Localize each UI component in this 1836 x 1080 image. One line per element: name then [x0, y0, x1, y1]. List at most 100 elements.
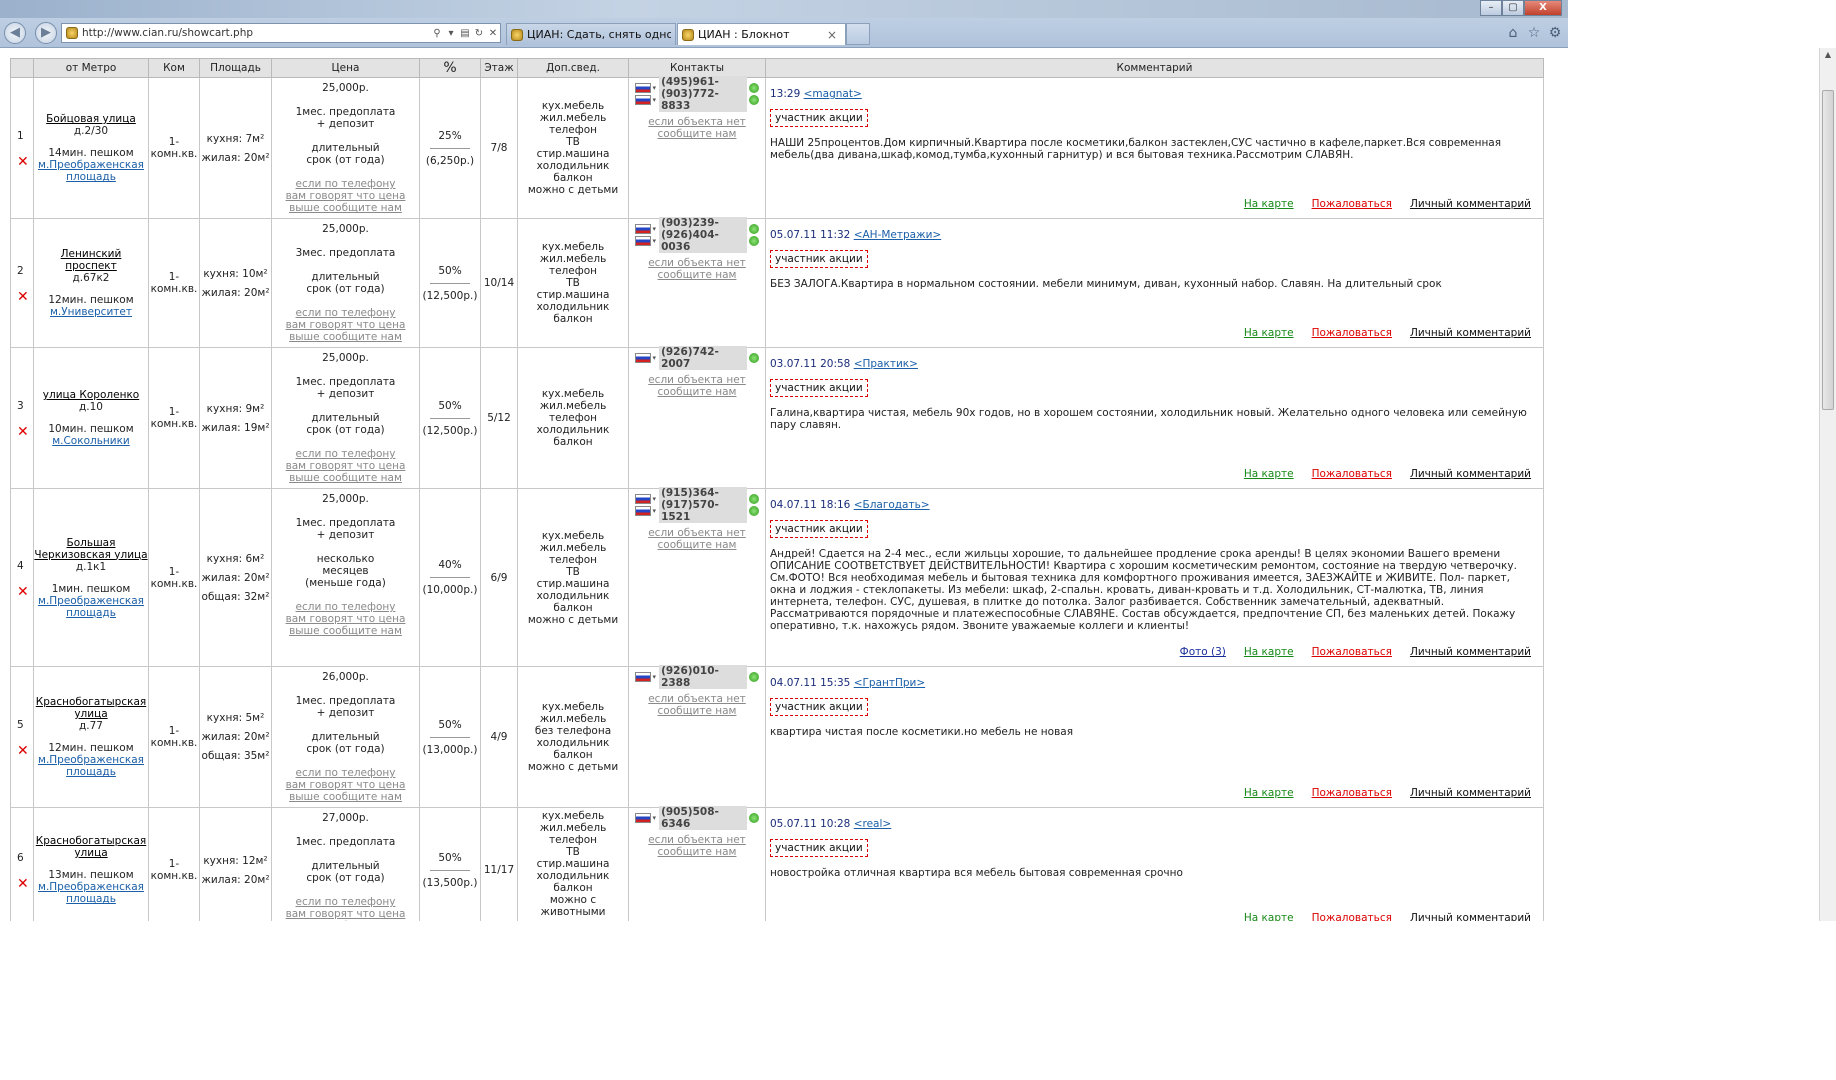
metro-station-link[interactable]: м.Преображенская площадь — [38, 881, 144, 905]
metro-station-link[interactable]: м.Университет — [50, 306, 132, 318]
metro-station-link[interactable]: м.Преображенская площадь — [38, 159, 144, 183]
call-icon[interactable] — [749, 83, 759, 93]
map-link[interactable]: На карте — [1244, 198, 1294, 210]
russia-flag-icon[interactable] — [635, 494, 651, 504]
call-icon[interactable] — [749, 224, 759, 234]
header-area[interactable]: Площадь — [199, 58, 272, 78]
object-missing-link[interactable]: если объекта нет сообщите нам — [635, 693, 759, 717]
header-percent[interactable]: % — [419, 58, 481, 78]
russia-flag-icon[interactable] — [635, 672, 651, 682]
delete-icon[interactable]: ✕ — [17, 425, 29, 439]
street-link[interactable]: улица Короленко — [43, 389, 139, 401]
dropdown-icon[interactable]: ▾ — [653, 82, 657, 94]
dropdown-icon[interactable]: ▾ — [653, 235, 657, 247]
tab-cian-notebook[interactable]: ЦИАН : Блокнот × — [677, 23, 846, 45]
personal-comment-link[interactable]: Личный комментарий — [1410, 198, 1531, 210]
price-report-link[interactable]: если по телефону вам говорят что цена вы… — [284, 601, 407, 637]
map-link[interactable]: На карте — [1244, 468, 1294, 480]
photo-link[interactable]: Фото (3) — [1180, 646, 1226, 658]
personal-comment-link[interactable]: Личный комментарий — [1410, 646, 1531, 658]
address-url[interactable]: http://www.cian.ru/showcart.php — [82, 27, 430, 39]
map-link[interactable]: На карте — [1244, 646, 1294, 658]
agent-link[interactable]: <АН-Метражи> — [854, 229, 941, 241]
street-link[interactable]: Краснобогатырская улица — [36, 835, 146, 859]
call-icon[interactable] — [749, 353, 759, 363]
close-tab-icon[interactable]: × — [823, 28, 841, 42]
object-missing-link[interactable]: если объекта нет сообщите нам — [635, 834, 759, 858]
scroll-up-icon[interactable]: ▲ — [1820, 50, 1836, 64]
complain-link[interactable]: Пожаловаться — [1312, 198, 1392, 210]
map-link[interactable]: На карте — [1244, 912, 1294, 921]
dropdown-icon[interactable]: ▾ — [653, 352, 657, 364]
delete-icon[interactable]: ✕ — [17, 290, 29, 304]
header-metro[interactable]: от Метро — [33, 58, 149, 78]
call-icon[interactable] — [749, 672, 759, 682]
dropdown-icon[interactable]: ▾ — [444, 28, 458, 39]
header-price[interactable]: Цена — [271, 58, 420, 78]
new-tab-button[interactable] — [846, 23, 870, 45]
street-link[interactable]: Большая Черкизовская улица — [34, 537, 147, 561]
refresh-icon[interactable]: ↻ — [472, 28, 486, 39]
russia-flag-icon[interactable] — [635, 95, 651, 105]
object-missing-link[interactable]: если объекта нет сообщите нам — [635, 116, 759, 140]
call-icon[interactable] — [749, 494, 759, 504]
metro-station-link[interactable]: м.Сокольники — [52, 435, 130, 447]
object-missing-link[interactable]: если объекта нет сообщите нам — [635, 257, 759, 281]
search-icon[interactable]: ⚲ — [430, 28, 444, 39]
compatibility-icon[interactable]: ▤ — [458, 28, 472, 39]
dropdown-icon[interactable]: ▾ — [653, 223, 657, 235]
price-report-link[interactable]: если по телефону вам говорят что цена вы… — [284, 178, 407, 214]
delete-icon[interactable]: ✕ — [17, 585, 29, 599]
call-icon[interactable] — [749, 95, 759, 105]
dropdown-icon[interactable]: ▾ — [653, 812, 657, 824]
object-missing-link[interactable]: если объекта нет сообщите нам — [635, 527, 759, 551]
tab-cian-rent[interactable]: ЦИАН: Сдать, снять одноком... — [506, 23, 676, 45]
street-link[interactable]: Ленинский проспект — [61, 248, 122, 272]
dropdown-icon[interactable]: ▾ — [653, 671, 657, 683]
vertical-scrollbar[interactable]: ▲ — [1819, 48, 1836, 921]
delete-icon[interactable]: ✕ — [17, 155, 29, 169]
personal-comment-link[interactable]: Личный комментарий — [1410, 787, 1531, 799]
street-link[interactable]: Бойцовая улица — [46, 113, 136, 125]
complain-link[interactable]: Пожаловаться — [1312, 787, 1392, 799]
personal-comment-link[interactable]: Личный комментарий — [1410, 327, 1531, 339]
dropdown-icon[interactable]: ▾ — [653, 94, 657, 106]
scrollbar-thumb[interactable] — [1822, 90, 1834, 410]
call-icon[interactable] — [749, 813, 759, 823]
back-arrow-icon[interactable]: ◀ — [4, 22, 26, 44]
price-report-link[interactable]: если по телефону вам говорят что цена вы… — [284, 448, 407, 484]
complain-link[interactable]: Пожаловаться — [1312, 327, 1392, 339]
dropdown-icon[interactable]: ▾ — [653, 505, 657, 517]
metro-station-link[interactable]: м.Преображенская площадь — [38, 754, 144, 778]
close-window-button[interactable]: X — [1524, 0, 1562, 16]
agent-link[interactable]: <Благодать> — [854, 499, 930, 511]
forward-arrow-icon[interactable]: ▶ — [35, 22, 57, 44]
price-report-link[interactable]: если по телефону вам говорят что цена вы… — [284, 767, 407, 803]
map-link[interactable]: На карте — [1244, 327, 1294, 339]
call-icon[interactable] — [749, 506, 759, 516]
object-missing-link[interactable]: если объекта нет сообщите нам — [635, 374, 759, 398]
dropdown-icon[interactable]: ▾ — [653, 493, 657, 505]
delete-icon[interactable]: ✕ — [17, 877, 29, 891]
russia-flag-icon[interactable] — [635, 236, 651, 246]
map-link[interactable]: На карте — [1244, 787, 1294, 799]
stop-icon[interactable]: ✕ — [486, 28, 500, 39]
agent-link[interactable]: <ГрантПри> — [854, 677, 925, 689]
russia-flag-icon[interactable] — [635, 813, 651, 823]
header-rooms[interactable]: Ком — [148, 58, 200, 78]
agent-link[interactable]: <magnat> — [804, 88, 862, 100]
call-icon[interactable] — [749, 236, 759, 246]
delete-icon[interactable]: ✕ — [17, 744, 29, 758]
agent-link[interactable]: <Практик> — [854, 358, 918, 370]
complain-link[interactable]: Пожаловаться — [1312, 468, 1392, 480]
favorites-star-icon[interactable]: ☆ — [1525, 24, 1543, 42]
address-bar[interactable]: http://www.cian.ru/showcart.php ⚲ ▾ ▤ ↻ … — [61, 23, 501, 43]
personal-comment-link[interactable]: Личный комментарий — [1410, 912, 1531, 921]
minimize-button[interactable]: – — [1480, 0, 1502, 16]
russia-flag-icon[interactable] — [635, 83, 651, 93]
maximize-button[interactable]: ▢ — [1502, 0, 1524, 16]
metro-station-link[interactable]: м.Преображенская площадь — [38, 595, 144, 619]
header-floor[interactable]: Этаж — [480, 58, 518, 78]
price-report-link[interactable]: если по телефону вам говорят что цена вы… — [284, 896, 407, 921]
personal-comment-link[interactable]: Личный комментарий — [1410, 468, 1531, 480]
